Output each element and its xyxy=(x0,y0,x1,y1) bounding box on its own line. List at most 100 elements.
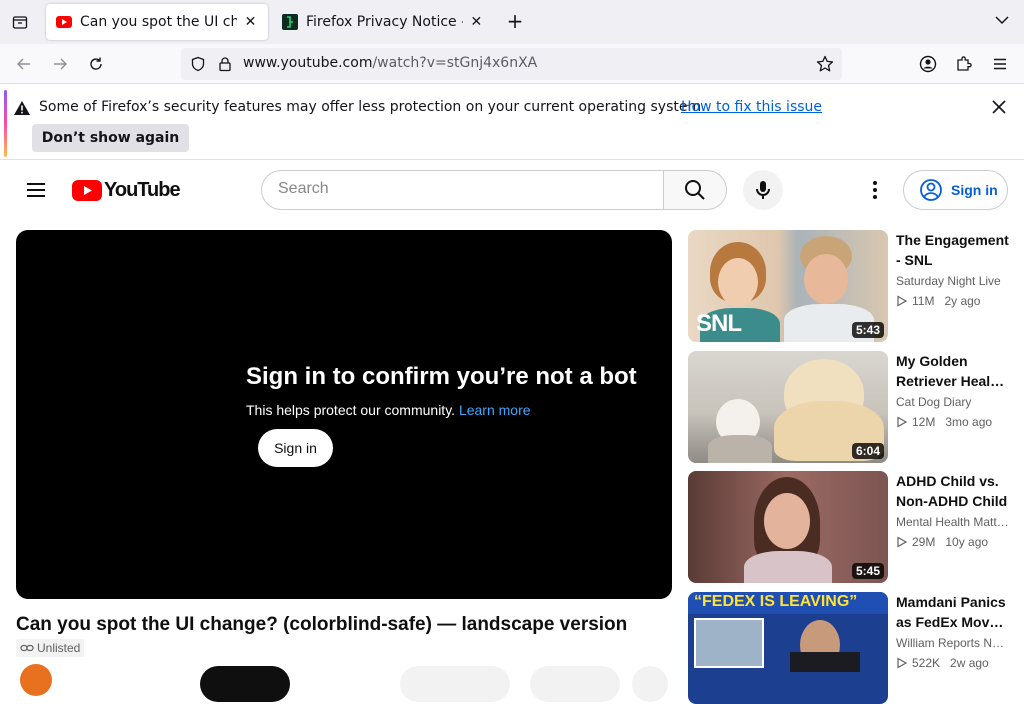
channel-name[interactable]: William Reports News xyxy=(896,636,1010,650)
play-icon xyxy=(897,416,908,428)
hamburger-menu-icon xyxy=(27,183,45,197)
view-count: 11M xyxy=(912,294,935,308)
bot-check-heading: Sign in to confirm you’re not a bot xyxy=(246,363,637,390)
puzzle-piece-icon xyxy=(957,56,972,71)
firefox-view-icon xyxy=(12,16,28,29)
sign-in-label: Sign in xyxy=(951,182,998,198)
mozilla-favicon-icon xyxy=(282,14,298,30)
thumbnail-overlay-text: “FEDEX IS LEAVING” xyxy=(694,593,858,610)
youtube-logo[interactable]: YouTube xyxy=(72,179,181,202)
application-menu-button[interactable] xyxy=(988,52,1012,76)
upload-age: 3mo ago xyxy=(945,415,993,429)
video-player[interactable]: Sign in to confirm you’re not a bot This… xyxy=(16,230,672,599)
recommendation-item[interactable]: 6:04 My Golden Retriever Heals a Broken … xyxy=(688,351,1018,463)
settings-menu-button[interactable] xyxy=(863,178,887,202)
arrow-right-icon xyxy=(54,58,67,70)
search-button[interactable] xyxy=(663,170,727,210)
video-thumbnail[interactable]: 5:45 xyxy=(688,471,888,583)
upload-age: 2y ago xyxy=(944,294,981,308)
notification-accent-stripe xyxy=(4,90,7,157)
browser-navigation-bar: www.youtube.com/watch?v=stGnj4x6nXA xyxy=(0,44,1024,84)
reload-icon xyxy=(90,57,102,70)
search-icon xyxy=(685,180,705,200)
video-duration: 5:43 xyxy=(851,322,884,338)
warning-icon xyxy=(14,101,30,115)
guide-menu-button[interactable] xyxy=(24,178,48,202)
recommendation-item[interactable]: 5:45 ADHD Child vs. Non-ADHD Child Menta… xyxy=(688,471,1018,583)
close-icon[interactable] xyxy=(990,98,1008,116)
youtube-wordmark: YouTube xyxy=(104,179,181,201)
tab-firefox-privacy[interactable]: Firefox Privacy Notice — Mozilla ✕ xyxy=(272,4,494,40)
recommendation-title[interactable]: The Engagement - SNL xyxy=(896,230,1010,270)
tab-close-button[interactable]: ✕ xyxy=(243,14,258,30)
account-button[interactable] xyxy=(916,52,940,76)
player-sign-in-button[interactable]: Sign in xyxy=(258,429,333,467)
sign-in-button[interactable]: Sign in xyxy=(903,170,1008,210)
more-vertical-icon xyxy=(873,181,877,199)
video-meta: 522K 2w ago xyxy=(896,656,989,670)
bookmark-star-icon[interactable] xyxy=(816,55,834,73)
tab-title: Firefox Privacy Notice — Mozilla xyxy=(306,14,463,30)
video-thumbnail[interactable]: 6:04 xyxy=(688,351,888,463)
youtube-masthead: YouTube Sign in xyxy=(0,162,1024,218)
youtube-play-logo-icon xyxy=(72,180,102,201)
new-tab-button[interactable]: + xyxy=(503,10,527,34)
like-button[interactable] xyxy=(400,666,510,702)
link-icon xyxy=(20,644,34,652)
channel-name[interactable]: Cat Dog Diary xyxy=(896,395,1010,409)
security-notification-bar: Some of Firefox’s security features may … xyxy=(0,88,1024,160)
firefox-view-button[interactable] xyxy=(8,10,32,34)
recommendation-item[interactable]: SNL 5:43 The Engagement - SNL Saturday N… xyxy=(688,230,1018,342)
microphone-icon xyxy=(756,181,770,199)
reload-button[interactable] xyxy=(84,52,108,76)
how-to-fix-link[interactable]: How to fix this issue xyxy=(681,99,822,115)
video-meta: 29M 10y ago xyxy=(896,535,988,549)
url-host: www.youtube.com xyxy=(243,55,373,71)
channel-avatar[interactable] xyxy=(20,664,52,696)
video-duration: 5:45 xyxy=(851,563,884,579)
recommendation-title[interactable]: Mamdani Panics as FedEx Moves Out xyxy=(896,592,1010,632)
video-thumbnail[interactable]: “FEDEX IS LEAVING” xyxy=(688,592,888,704)
extensions-button[interactable] xyxy=(952,52,976,76)
account-circle-icon xyxy=(920,179,942,201)
unlisted-badge: Unlisted xyxy=(16,639,85,657)
video-thumbnail[interactable]: SNL 5:43 xyxy=(688,230,888,342)
bot-check-subtext-body: This helps protect our community. xyxy=(246,402,456,418)
dont-show-again-button[interactable]: Don’t show again xyxy=(32,124,189,152)
channel-name[interactable]: Mental Health Matters xyxy=(896,515,1010,529)
search-input[interactable] xyxy=(278,180,648,198)
share-button[interactable] xyxy=(530,666,620,702)
recommendation-item[interactable]: “FEDEX IS LEAVING” Mamdani Panics as Fed… xyxy=(688,592,1018,704)
view-count: 522K xyxy=(912,656,941,670)
view-count: 29M xyxy=(912,535,936,549)
video-meta: 11M 2y ago xyxy=(896,294,980,308)
unlisted-label: Unlisted xyxy=(37,641,81,655)
search-box[interactable] xyxy=(261,170,664,210)
youtube-favicon-icon xyxy=(56,16,72,28)
learn-more-link[interactable]: Learn more xyxy=(459,402,531,418)
tab-close-button[interactable]: ✕ xyxy=(469,14,484,30)
forward-button[interactable] xyxy=(48,52,72,76)
recommendation-title[interactable]: ADHD Child vs. Non-ADHD Child xyxy=(896,471,1010,511)
notification-message: Some of Firefox’s security features may … xyxy=(39,99,706,115)
list-all-tabs-button[interactable] xyxy=(994,12,1014,32)
tracking-protection-shield-icon[interactable] xyxy=(190,56,206,72)
back-button[interactable] xyxy=(12,52,36,76)
tab-youtube[interactable]: Can you spot the UI change? (colorblind-… xyxy=(46,4,268,40)
url-text[interactable]: www.youtube.com/watch?v=stGnj4x6nXA xyxy=(243,55,537,71)
voice-search-button[interactable] xyxy=(743,170,783,210)
bot-check-subtext: This helps protect our community. Learn … xyxy=(246,402,531,418)
upload-age: 2w ago xyxy=(950,656,989,670)
play-icon xyxy=(897,295,908,307)
recommendation-title[interactable]: My Golden Retriever Heals a Broken Kitte… xyxy=(896,351,1010,391)
channel-name[interactable]: Saturday Night Live xyxy=(896,274,1010,288)
browser-tab-bar: Can you spot the UI change? (colorblind-… xyxy=(0,0,1024,44)
thumbnail-overlay-text: SNL xyxy=(696,310,742,337)
url-path: /watch?v=stGnj4x6nXA xyxy=(372,55,538,71)
more-actions-button[interactable] xyxy=(632,666,668,702)
address-bar[interactable]: www.youtube.com/watch?v=stGnj4x6nXA xyxy=(181,48,842,80)
tab-title: Can you spot the UI change? (colorblind-… xyxy=(80,14,238,30)
chevron-down-icon xyxy=(995,16,1009,25)
lock-icon[interactable] xyxy=(217,56,233,72)
subscribe-button[interactable] xyxy=(200,666,290,702)
